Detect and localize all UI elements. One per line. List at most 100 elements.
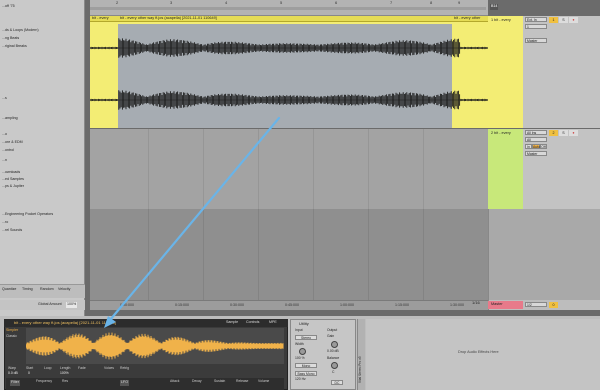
track-1-activator[interactable]: 1 (549, 17, 558, 23)
track-2-output[interactable]: Master (525, 151, 547, 156)
track-1-name[interactable]: 1 bit - every (491, 18, 511, 23)
utility-dc-toggle[interactable]: DC (331, 380, 343, 385)
master-name-box[interactable]: Master (488, 301, 523, 309)
track-2-input[interactable]: All Ins (525, 130, 547, 135)
browser-item[interactable]: ...ontrol (2, 148, 14, 152)
voices-label: Voices (104, 366, 114, 370)
utility-output-label: Output (327, 328, 338, 332)
gridline (368, 129, 369, 300)
tab-sample[interactable]: Sample (226, 320, 238, 325)
gridline (203, 129, 204, 300)
utility-bass-mono-toggle[interactable]: Bass Mono (295, 371, 317, 376)
tab-mpe[interactable]: MPE (269, 320, 277, 325)
browser-item[interactable]: ...ownloads (2, 170, 20, 174)
master-name[interactable]: Master (491, 302, 503, 307)
browser-item[interactable]: ...ps & Jupiter (2, 184, 24, 188)
utility-stereo-mode[interactable]: Stereo (295, 335, 317, 340)
browser-item[interactable]: ...ng Beats (2, 36, 19, 40)
monitor-off[interactable]: Off (540, 144, 547, 149)
ruler-label: 4 (225, 0, 228, 5)
loop-label: Loop (44, 366, 52, 370)
browser-item[interactable]: ...ro (2, 220, 8, 224)
browser-item[interactable]: ...Engineering Pocket Operators (2, 212, 53, 216)
browser-item[interactable]: ...o (2, 132, 7, 136)
empty-lane (90, 209, 488, 300)
browser-item[interactable]: ...ds & Loops (Modern) (2, 28, 39, 32)
ruler-label: 7 (390, 0, 393, 5)
balance-knob[interactable] (331, 362, 338, 369)
ruler-label: 8 (430, 0, 433, 5)
browser-item[interactable]: ...off '75 (2, 4, 15, 8)
master-output[interactable]: 1/2 (525, 302, 547, 307)
track-2-input-channel[interactable]: All Channels (525, 137, 547, 142)
track-2-name-box[interactable]: 2 bit - every (488, 129, 523, 209)
groove-col-timing[interactable]: Timing (22, 287, 33, 292)
drop-effects-zone[interactable]: Drop Audio Effects Here (366, 319, 600, 390)
time-ruler[interactable]: 0:00:000 0:15:000 0:30:000 0:45:000 1:00… (90, 300, 488, 310)
global-amount-label: Global Amount (38, 302, 62, 306)
fade-label: Fade (78, 366, 86, 370)
utility-bass-mono-freq[interactable]: 120 Hz (295, 377, 306, 381)
time-label: 0:45:000 (285, 303, 299, 307)
utility-device: Utility Input Output Stereo Gain Width 1… (290, 319, 356, 390)
loop-marker[interactable]: B14 (490, 4, 499, 10)
length-value[interactable]: 100% (60, 371, 69, 375)
attack-label: Attack (170, 379, 180, 383)
browser-item[interactable]: ...rel Sounds (2, 228, 22, 232)
groove-col-random[interactable]: Random (40, 287, 54, 292)
gain-value[interactable]: 0.0 dB (8, 371, 18, 375)
track-1-input-channel[interactable]: 1 (525, 24, 547, 29)
track-1-arm[interactable]: ● (569, 17, 578, 23)
time-label: 0:15:000 (175, 303, 189, 307)
time-label: 1:30:000 (450, 303, 464, 307)
utility-gain-value[interactable]: 0.00 dB (327, 349, 339, 353)
monitor-auto[interactable]: Auto (532, 144, 540, 149)
time-label: 0:00:000 (120, 303, 134, 307)
tab-controls[interactable]: Controls (246, 320, 259, 325)
utility-mono-toggle[interactable]: Mono (295, 363, 317, 368)
clip-label: bit - every (92, 16, 109, 20)
track-1-output[interactable]: Master (525, 38, 547, 43)
simpler-label: Simpler (6, 328, 19, 332)
browser-item[interactable]: ...ampling (2, 116, 18, 120)
browser-item[interactable]: ...ed Samples (2, 177, 24, 181)
browser-item[interactable]: ...riginal Breaks (2, 44, 27, 48)
master-activator[interactable]: 0 (549, 302, 558, 308)
track-2-name[interactable]: 2 bit - every (491, 131, 511, 136)
monitor-in[interactable]: In (525, 144, 532, 149)
width-knob[interactable] (299, 348, 306, 355)
groove-col-velocity[interactable]: Velocity (58, 287, 70, 292)
browser-item[interactable]: ...ore & EDM (2, 140, 23, 144)
clip-label: bit - every other way ft.jos (acapella) … (120, 16, 217, 20)
volume-label: Volume (258, 379, 270, 383)
filter-toggle[interactable]: Filter (10, 380, 20, 386)
utility-balance-value[interactable]: C (332, 370, 334, 374)
utility-width-label: Width (295, 342, 304, 346)
vst-device[interactable]: Vital Stereo Pro v3 (357, 319, 365, 390)
track-1-name-box[interactable]: 1 bit - every (488, 16, 523, 128)
clip-label: bit - every other (454, 16, 481, 20)
gain-knob[interactable] (331, 341, 338, 348)
lfo-toggle[interactable]: LFO (120, 380, 129, 386)
track-1-solo[interactable]: S (559, 17, 568, 23)
ruler-label: 3 (170, 0, 173, 5)
track-2-activator[interactable]: 2 (549, 130, 558, 136)
track-2-arm[interactable]: ● (569, 130, 578, 136)
track-2-solo[interactable]: S (559, 130, 568, 136)
track-1-input[interactable]: Ext. In (525, 17, 547, 22)
global-amount-value[interactable]: 100% (66, 302, 78, 308)
global-amount-bar: Global Amount 100% (0, 300, 85, 310)
classic-mode[interactable]: Classic (6, 334, 17, 338)
loop-brace[interactable] (90, 7, 486, 10)
browser-item[interactable]: ...n (2, 158, 7, 162)
ruler-label: 2 (116, 0, 119, 5)
empty-header (488, 209, 600, 300)
track-2-lane[interactable] (90, 129, 488, 209)
start-value[interactable]: 0 (28, 371, 30, 375)
utility-width-value[interactable]: 100 % (295, 356, 305, 360)
gridline (258, 129, 259, 300)
groove-col-quantize[interactable]: Quantize (2, 287, 16, 292)
utility-gain-label: Gain (327, 334, 335, 338)
browser-item[interactable]: ...s (2, 96, 7, 100)
sustain-label: Sustain (214, 379, 226, 383)
